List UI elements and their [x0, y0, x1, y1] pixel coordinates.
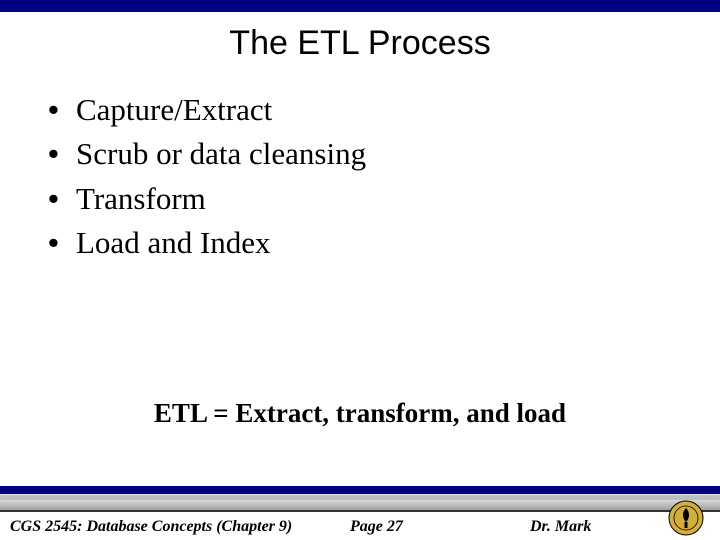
bullet-item: • Capture/Extract: [48, 90, 648, 130]
footer-course: CGS 2545: Database Concepts (Chapter 9): [10, 518, 350, 536]
footer-bars: [0, 486, 720, 512]
footer: CGS 2545: Database Concepts (Chapter 9) …: [10, 518, 710, 536]
bullet-icon: •: [48, 134, 76, 174]
bullet-icon: •: [48, 90, 76, 130]
slide-body: • Capture/Extract • Scrub or data cleans…: [48, 90, 648, 267]
top-bar: [0, 0, 720, 12]
footer-page: Page 27: [350, 518, 530, 536]
footer-author: Dr. Mark: [530, 518, 650, 536]
bullet-item: • Transform: [48, 179, 648, 219]
bullet-item: • Load and Index: [48, 223, 648, 263]
bullet-item: • Scrub or data cleansing: [48, 134, 648, 174]
slide: The ETL Process • Capture/Extract • Scru…: [0, 0, 720, 540]
bullet-label: Load and Index: [76, 223, 648, 263]
bullet-icon: •: [48, 223, 76, 263]
bullet-label: Transform: [76, 179, 648, 219]
summary-text: ETL = Extract, transform, and load: [0, 398, 720, 429]
seal-icon: [668, 500, 704, 536]
slide-title: The ETL Process: [0, 24, 720, 63]
bullet-icon: •: [48, 179, 76, 219]
bullet-label: Scrub or data cleansing: [76, 134, 648, 174]
bullet-label: Capture/Extract: [76, 90, 648, 130]
